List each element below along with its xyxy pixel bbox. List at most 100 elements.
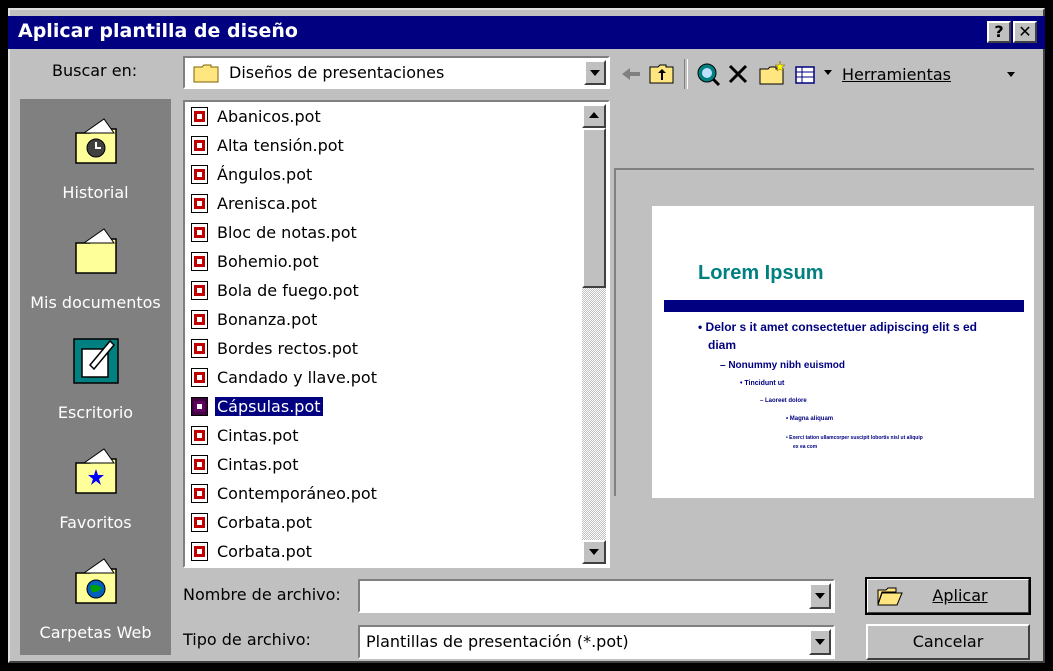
file-name-label: Nombre de archivo: [183, 585, 341, 604]
window-title: Aplicar plantilla de diseño [18, 20, 298, 42]
open-folder-icon [877, 587, 903, 606]
delete-icon[interactable] [726, 59, 750, 89]
history-folder-icon [75, 118, 117, 164]
vertical-scrollbar[interactable] [582, 104, 606, 564]
preview-bullet: – Laoreet dolore [760, 398, 807, 404]
apply-button[interactable]: Aplicar [865, 577, 1031, 615]
file-list[interactable]: Abanicos.pot Alta tensión.pot Ángulos.pot A… [183, 100, 610, 568]
powerpoint-template-icon [191, 252, 208, 271]
preview-bullet: • Exerci tation ullamcorper suscipit lob… [786, 435, 923, 441]
powerpoint-template-icon [191, 397, 208, 416]
file-name: Cápsulas.pot [214, 396, 324, 417]
desktop-icon [73, 338, 119, 384]
place-label: Escritorio [57, 403, 134, 422]
file-name: Bordes rectos.pot [217, 339, 359, 358]
folder-icon [193, 64, 219, 83]
template-preview: Lorem Ipsum • Delor s it amet consectetu… [614, 168, 1034, 498]
place-label: Historial [62, 183, 129, 202]
chevron-down-icon [815, 639, 825, 645]
views-dropdown-icon[interactable] [824, 70, 832, 75]
place-favorites[interactable]: Favoritos [20, 435, 171, 545]
list-item[interactable]: Bordes rectos.pot [189, 336, 589, 364]
powerpoint-template-icon [191, 455, 208, 474]
look-in-label: Buscar en: [52, 61, 138, 80]
chevron-up-icon [589, 112, 599, 118]
powerpoint-template-icon [191, 426, 208, 445]
file-name-dropdown-arrow[interactable] [809, 583, 831, 609]
list-item[interactable]: Contemporáneo.pot [189, 481, 589, 509]
views-icon[interactable] [794, 59, 816, 89]
file-name: Cintas.pot [217, 426, 299, 445]
list-item[interactable]: Bola de fuego.pot [189, 278, 589, 306]
file-name-input[interactable] [358, 579, 835, 613]
back-arrow-icon[interactable] [618, 59, 644, 89]
list-item[interactable]: Cintas.pot [189, 423, 589, 451]
list-item[interactable]: Cintas.pot [189, 452, 589, 480]
chevron-down-icon [589, 549, 599, 555]
dialog-window: Aplicar plantilla de diseño ? ✕ Buscar e… [0, 0, 1053, 671]
place-desktop[interactable]: Escritorio [20, 325, 171, 435]
list-item[interactable]: Candado y llave.pot [189, 365, 589, 393]
file-name: Alta tensión.pot [217, 136, 344, 155]
chevron-down-icon [590, 69, 600, 76]
powerpoint-template-icon [191, 542, 208, 561]
place-my-documents[interactable]: Mis documentos [20, 215, 171, 325]
list-item[interactable]: Alta tensión.pot [189, 133, 589, 161]
powerpoint-template-icon [191, 223, 208, 242]
look-in-dropdown-arrow[interactable] [584, 60, 606, 85]
scroll-up-button[interactable] [582, 104, 606, 128]
file-name: Bola de fuego.pot [217, 281, 359, 300]
preview-slide: Lorem Ipsum • Delor s it amet consectetu… [652, 206, 1034, 498]
list-item[interactable]: Bloc de notas.pot [189, 220, 589, 248]
scroll-thumb[interactable] [582, 128, 606, 288]
list-item[interactable]: Arenisca.pot [189, 191, 589, 219]
place-history[interactable]: Historial [20, 105, 171, 215]
file-name: Corbata.pot [217, 542, 312, 561]
new-folder-icon[interactable] [758, 59, 788, 89]
list-item[interactable]: Abanicos.pot [189, 104, 589, 132]
file-type-dropdown[interactable]: Plantillas de presentación (*.pot) [358, 625, 835, 659]
cancel-button-label: Cancelar [912, 632, 984, 651]
scroll-down-button[interactable] [582, 540, 606, 564]
tools-dropdown-icon[interactable] [1007, 72, 1015, 77]
list-item[interactable]: Corbata.pot [189, 510, 589, 538]
search-web-icon[interactable] [694, 59, 722, 89]
preview-bullet: ex ea com [793, 444, 818, 450]
file-type-dropdown-arrow[interactable] [809, 629, 831, 655]
my-documents-folder-icon [75, 228, 117, 274]
powerpoint-template-icon [191, 281, 208, 300]
preview-slide-title: Lorem Ipsum [698, 262, 824, 284]
file-type-value: Plantillas de presentación (*.pot) [366, 632, 629, 651]
look-in-dropdown[interactable]: Diseños de presentaciones [183, 56, 610, 89]
web-folders-icon [75, 558, 117, 604]
file-name: Arenisca.pot [217, 194, 317, 213]
tools-menu[interactable]: Herramientas [842, 65, 951, 84]
list-item[interactable]: Bohemio.pot [189, 249, 589, 277]
powerpoint-template-icon [191, 165, 208, 184]
list-item[interactable]: Corbata.pot [189, 539, 589, 567]
up-one-level-icon[interactable] [648, 59, 676, 89]
place-web-folders[interactable]: Carpetas Web [20, 545, 171, 655]
close-button[interactable]: ✕ [1013, 21, 1037, 43]
preview-bullet: – Nonummy nibh euismod [720, 360, 846, 371]
preview-bullet: • Magna aliquam [786, 416, 834, 422]
help-button[interactable]: ? [987, 21, 1011, 43]
cancel-button[interactable]: Cancelar [866, 624, 1030, 660]
powerpoint-template-icon [191, 339, 208, 358]
file-name: Bonanza.pot [217, 310, 318, 329]
powerpoint-template-icon [191, 513, 208, 532]
preview-title-bar [664, 300, 1024, 312]
toolbar: Herramientas [618, 57, 1038, 91]
look-in-value: Diseños de presentaciones [229, 63, 445, 82]
list-item[interactable]: Bonanza.pot [189, 307, 589, 335]
powerpoint-template-icon [191, 484, 208, 503]
powerpoint-template-icon [191, 136, 208, 155]
title-bar[interactable]: Aplicar plantilla de diseño ? ✕ [8, 16, 1045, 49]
file-name: Ángulos.pot [217, 165, 313, 184]
place-label: Mis documentos [30, 293, 161, 312]
powerpoint-template-icon [191, 368, 208, 387]
list-item[interactable]: Cápsulas.pot [189, 394, 589, 422]
place-label: Carpetas Web [39, 623, 152, 642]
list-item[interactable]: Ángulos.pot [189, 162, 589, 190]
file-name: Contemporáneo.pot [217, 484, 377, 503]
